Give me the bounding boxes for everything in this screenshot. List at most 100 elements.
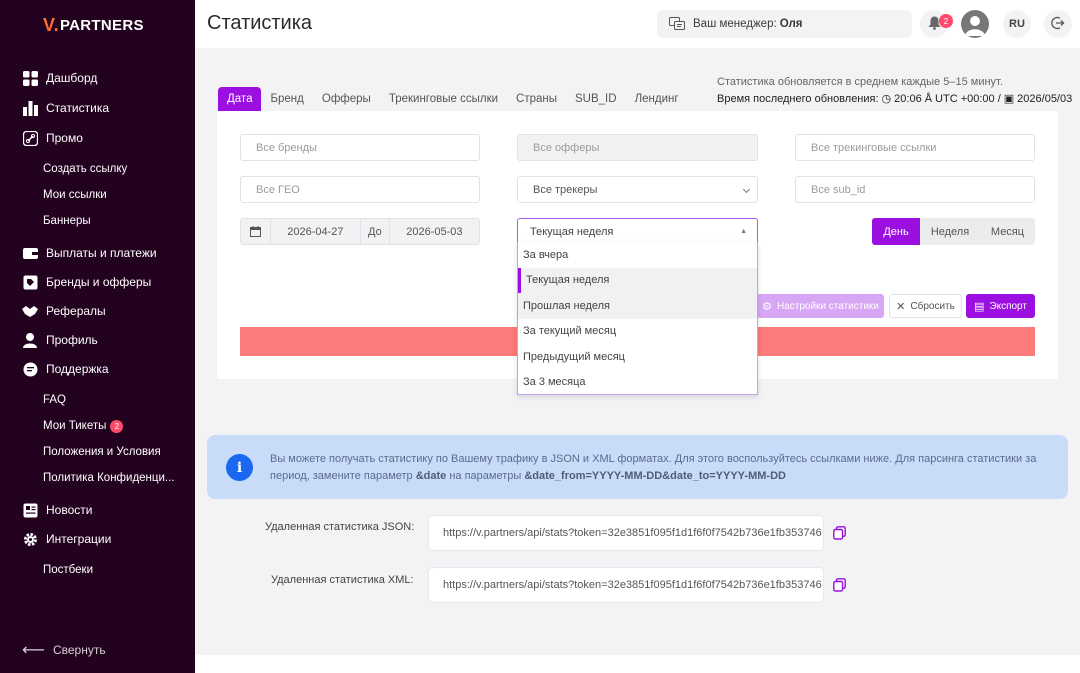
- gear-icon: [22, 531, 38, 547]
- tag-icon: [22, 274, 38, 290]
- granularity-day[interactable]: День: [872, 218, 920, 245]
- date-from-input[interactable]: 2026-04-27: [270, 219, 360, 244]
- remote-json-label: Удаленная статистика JSON:: [265, 521, 415, 533]
- user-icon: [22, 332, 38, 348]
- tab-offers[interactable]: Офферы: [313, 87, 380, 111]
- sidebar-item-label: Бренды и офферы: [46, 275, 152, 289]
- period-selected-value: Текущая неделя: [530, 225, 614, 238]
- last-update-date: 2026/05/03: [1017, 92, 1073, 105]
- sidebar-item-brands-offers[interactable]: Бренды и офферы: [22, 272, 151, 292]
- brands-filter[interactable]: Все бренды: [240, 134, 480, 161]
- last-update-tz: UTC +00:00 /: [935, 92, 1001, 105]
- date-to-input[interactable]: 2026-05-03: [389, 219, 479, 244]
- granularity-month[interactable]: Месяц: [980, 218, 1035, 245]
- close-icon: ✕: [896, 300, 906, 313]
- period-option-last-week[interactable]: Прошлая неделя: [518, 293, 757, 319]
- file-icon: ▤: [974, 300, 985, 313]
- export-label: Экспорт: [989, 300, 1027, 312]
- sidebar-item-promo[interactable]: Промо: [22, 128, 83, 148]
- sidebar-item-label: Рефералы: [46, 304, 106, 318]
- last-update-time: Время последнего обновления: ◷ 20:06 Å U…: [717, 92, 1073, 106]
- wallet-icon: [22, 245, 38, 261]
- arrow-left-icon: ⟵: [22, 642, 45, 659]
- remote-xml-url[interactable]: https://v.partners/api/stats?token=32e38…: [428, 567, 824, 603]
- sidebar-subitem-banners[interactable]: Баннеры: [43, 212, 91, 230]
- sidebar-item-integrations[interactable]: Интеграции: [22, 529, 111, 549]
- sidebar-item-support[interactable]: Поддержка: [22, 359, 109, 379]
- last-update-hour: 20:06: [894, 92, 922, 105]
- update-frequency-note: Статистика обновляется в среднем каждые …: [717, 76, 1003, 88]
- sidebar-item-profile[interactable]: Профиль: [22, 330, 98, 350]
- sidebar-item-label: Профиль: [46, 333, 98, 347]
- tab-countries[interactable]: Страны: [507, 87, 566, 111]
- logout-button[interactable]: [1044, 10, 1072, 38]
- sub-id-filter[interactable]: Все sub_id: [795, 176, 1035, 203]
- sidebar-subitem-terms[interactable]: Положения и Условия: [43, 443, 161, 461]
- manager-prefix: Ваш менеджер:: [693, 18, 777, 30]
- sidebar-subitem-create-link[interactable]: Создать ссылку: [43, 160, 127, 178]
- sidebar-subitem-privacy[interactable]: Политика Конфиденци...: [43, 469, 175, 487]
- collapse-label: Свернуть: [52, 643, 106, 657]
- sidebar-subitem-postbacks[interactable]: Постбеки: [43, 561, 93, 579]
- sidebar-item-news[interactable]: Новости: [22, 500, 92, 520]
- language-button[interactable]: RU: [1003, 10, 1031, 38]
- tab-tracking-links[interactable]: Трекинговые ссылки: [380, 87, 507, 111]
- tab-brand[interactable]: Бренд: [261, 87, 312, 111]
- sidebar-subitem-faq[interactable]: FAQ: [43, 391, 66, 409]
- period-option-previous-month[interactable]: Предыдущий месяц: [518, 344, 757, 370]
- news-icon: [22, 502, 38, 518]
- manager-chat-icon: [669, 17, 685, 31]
- granularity-toggle: День Неделя Месяц: [872, 218, 1035, 245]
- sidebar-subitem-tickets[interactable]: Мои Тикеты 2: [43, 417, 124, 435]
- stat-settings-button[interactable]: ⚙ Настройки статистики: [757, 294, 884, 318]
- api-info-text: Вы можете получать статистику по Вашему …: [270, 453, 1037, 482]
- offers-filter[interactable]: Все офферы: [517, 134, 758, 161]
- tab-landing[interactable]: Лендинг: [626, 87, 688, 111]
- period-dropdown: За вчера Текущая неделя Прошлая неделя З…: [517, 242, 758, 395]
- period-option-current-month[interactable]: За текущий месяц: [518, 319, 757, 345]
- remote-xml-label: Удаленная статистика XML:: [271, 574, 414, 586]
- calendar-icon[interactable]: [241, 219, 271, 244]
- sidebar-item-statistics[interactable]: Статистика: [22, 98, 109, 118]
- trackers-select[interactable]: Все трекеры: [517, 176, 758, 203]
- period-option-current-week[interactable]: Текущая неделя: [518, 267, 757, 293]
- tab-date[interactable]: Дата: [218, 87, 262, 111]
- dashboard-icon: [22, 70, 38, 86]
- top-header: Статистика Ваш менеджер: Оля 2 RU: [195, 0, 1080, 48]
- logout-icon: [1051, 16, 1065, 33]
- copy-icon[interactable]: [833, 578, 847, 592]
- stat-tabs: Дата Бренд Офферы Трекинговые ссылки Стр…: [218, 87, 688, 111]
- avatar[interactable]: [961, 10, 989, 38]
- caret-up-icon: ▲: [740, 228, 747, 235]
- period-option-3-months[interactable]: За 3 месяца: [518, 370, 757, 396]
- sidebar-item-referrals[interactable]: Рефералы: [22, 301, 106, 321]
- granularity-week[interactable]: Неделя: [920, 218, 980, 245]
- last-update-label: Время последнего обновления:: [717, 92, 879, 105]
- sidebar-item-label: Поддержка: [46, 362, 109, 376]
- bar-chart-icon: [22, 100, 38, 116]
- sidebar-collapse-button[interactable]: ⟵ Свернуть: [22, 640, 106, 660]
- reset-label: Сбросить: [910, 300, 955, 312]
- sidebar-item-label: Статистика: [46, 101, 110, 115]
- period-select[interactable]: Текущая неделя ▲: [517, 218, 758, 245]
- copy-icon[interactable]: [833, 526, 847, 540]
- sidebar-item-label: Дашборд: [46, 71, 98, 85]
- export-button[interactable]: ▤ Экспорт: [966, 294, 1035, 318]
- info-icon: i: [226, 454, 253, 481]
- manager-info[interactable]: Ваш менеджер: Оля: [657, 10, 912, 38]
- notifications-count-badge: 2: [939, 14, 953, 28]
- sidebar-item-dashboard[interactable]: Дашборд: [22, 68, 97, 88]
- brand-logo[interactable]: V. PARTNERS: [43, 15, 144, 36]
- period-option-yesterday[interactable]: За вчера: [518, 242, 757, 268]
- sidebar-item-payouts[interactable]: Выплаты и платежи: [22, 243, 157, 263]
- tab-sub-id[interactable]: SUB_ID: [566, 87, 626, 111]
- geo-filter[interactable]: Все ГЕО: [240, 176, 480, 203]
- sidebar-subitem-my-links[interactable]: Мои ссылки: [43, 186, 107, 204]
- brand-logo-letter: V.: [43, 15, 59, 35]
- tracking-links-filter[interactable]: Все трекинговые ссылки: [795, 134, 1035, 161]
- tickets-count-badge: 2: [110, 419, 124, 433]
- clock-icon: ◷: [881, 93, 892, 105]
- remote-json-url[interactable]: https://v.partners/api/stats?token=32e38…: [428, 515, 824, 551]
- stat-settings-label: Настройки статистики: [776, 300, 879, 312]
- reset-button[interactable]: ✕ Сбросить: [889, 294, 962, 318]
